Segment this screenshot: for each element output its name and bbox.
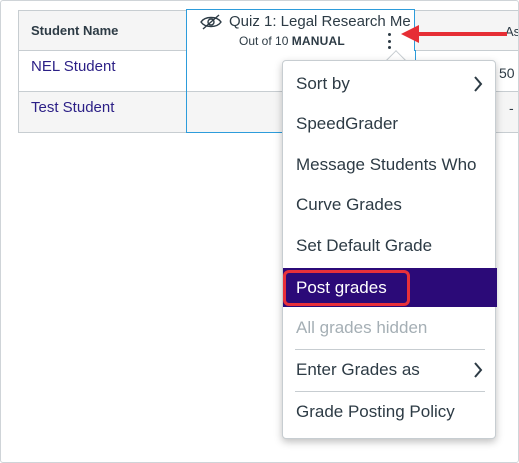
menu-item-label: Grade Posting Policy [296, 402, 455, 421]
menu-divider [295, 349, 485, 350]
chevron-right-icon [474, 76, 483, 92]
menu-item-speedgrader[interactable]: SpeedGrader [283, 105, 497, 143]
next-assignment-column-header[interactable]: Assign [415, 10, 518, 51]
quiz-title-row: Quiz 1: Legal Research Me [199, 13, 411, 30]
menu-item-curve-grades[interactable]: Curve Grades [283, 186, 497, 224]
quiz-points: Out of 10 [239, 34, 289, 48]
menu-item-label: Message Students Who [296, 155, 477, 174]
next-assignment-cell[interactable]: - [509, 100, 514, 116]
annotation-arrow-line [415, 32, 507, 36]
menu-item-grade-posting-policy[interactable]: Grade Posting Policy [283, 393, 497, 431]
menu-item-label: Curve Grades [296, 195, 402, 214]
next-assignment-header-label: Assign [505, 24, 518, 39]
next-assignment-cell[interactable]: 50 [499, 65, 515, 81]
menu-item-enter-grades-as[interactable]: Enter Grades as [283, 351, 497, 389]
quiz-subtitle: Out of 10 MANUAL [239, 34, 345, 48]
menu-item-message-students[interactable]: Message Students Who [283, 146, 497, 184]
student-name-column-header[interactable]: Student Name [18, 10, 187, 51]
menu-item-all-grades-hidden: All grades hidden [283, 309, 497, 347]
menu-divider [295, 391, 485, 392]
chevron-right-icon [474, 362, 483, 378]
quiz-column-header[interactable]: Quiz 1: Legal Research Me Out of 10 MANU… [186, 9, 415, 52]
gradebook-frame: Student Name Assign Quiz 1: Legal Resear… [0, 0, 519, 463]
quiz-title: Quiz 1: Legal Research Me [229, 13, 411, 30]
column-options-menu: Sort by SpeedGrader Message Students Who… [282, 60, 497, 439]
menu-item-label: All grades hidden [296, 318, 428, 337]
student-link[interactable]: Test Student [31, 99, 114, 116]
menu-item-label: Sort by [296, 74, 350, 93]
menu-item-sort-by[interactable]: Sort by [283, 65, 497, 103]
kebab-menu-icon[interactable] [383, 32, 395, 50]
menu-item-label: Set Default Grade [296, 236, 433, 255]
menu-item-label: SpeedGrader [296, 114, 399, 133]
annotation-highlight-box [283, 270, 410, 306]
quiz-grading-mode: MANUAL [291, 34, 345, 48]
eye-slash-icon [200, 13, 222, 30]
menu-item-set-default-grade[interactable]: Set Default Grade [283, 227, 497, 265]
student-link[interactable]: NEL Student [31, 58, 116, 75]
menu-item-label: Enter Grades as [296, 360, 420, 379]
student-name-header-label: Student Name [31, 23, 119, 38]
